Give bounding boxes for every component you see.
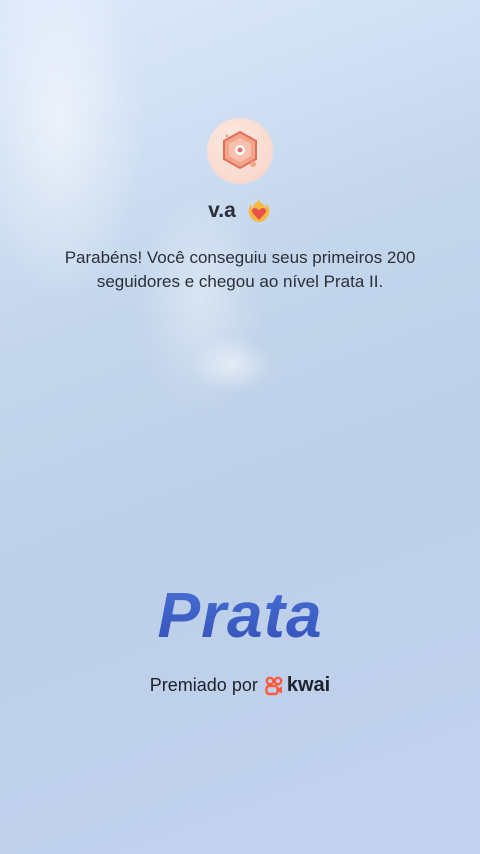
username-row: v.a xyxy=(0,198,480,224)
achievement-message: Parabéns! Você conseguiu seus primeiros … xyxy=(64,248,416,291)
brand: kwai xyxy=(264,674,330,697)
badge-icon xyxy=(223,130,257,170)
avatar[interactable] xyxy=(207,118,273,184)
awarded-by-label: Premiado por xyxy=(149,675,258,695)
awarded-by-row: Premiado por kwai xyxy=(0,674,480,697)
kwai-logo-icon xyxy=(265,676,283,695)
heart-fire-icon xyxy=(248,200,270,222)
level-title: Prata xyxy=(0,578,480,652)
brand-name: kwai xyxy=(286,674,331,696)
username[interactable]: v.a xyxy=(208,199,236,223)
